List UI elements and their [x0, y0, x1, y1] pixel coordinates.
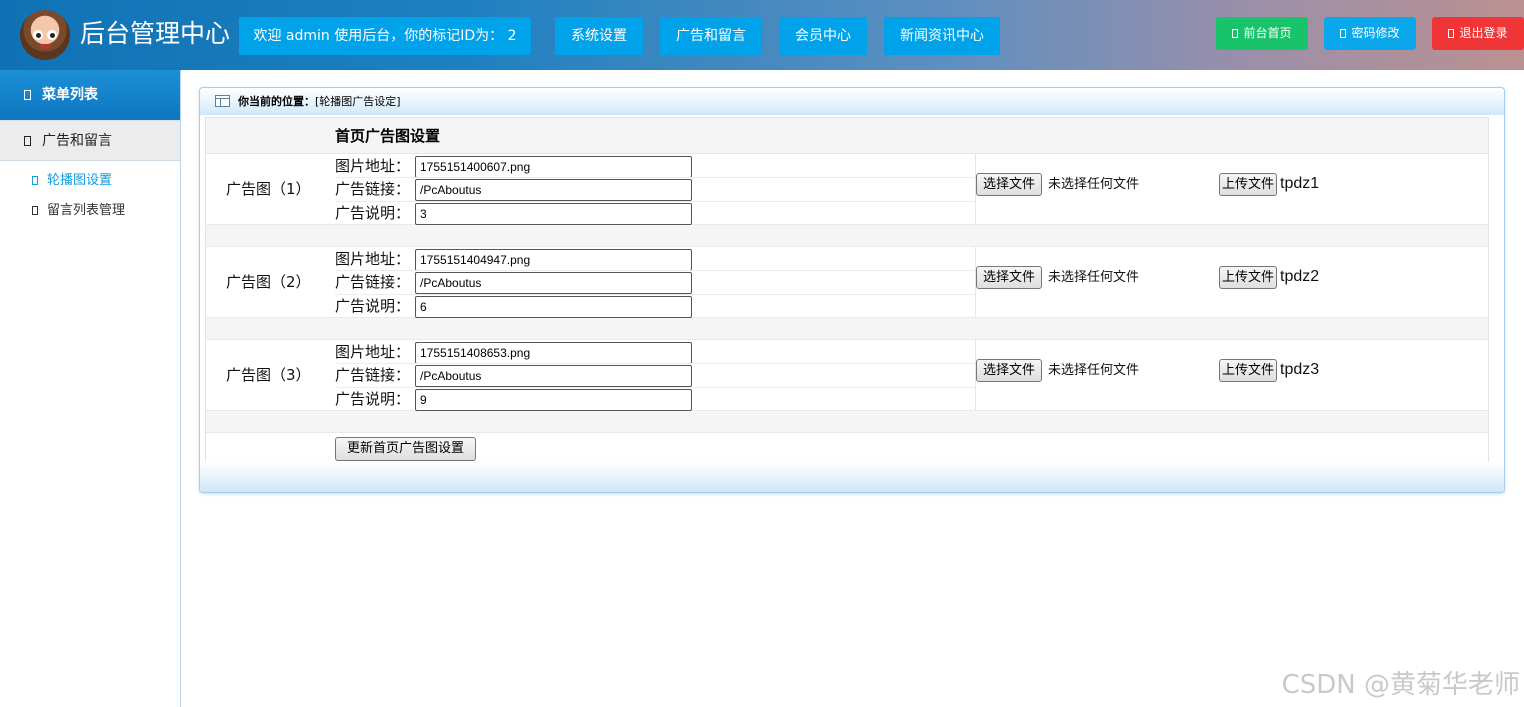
watermark: CSDN @黄菊华老师 [1281, 670, 1520, 700]
ad-row-2: 广告图（2） 图片地址： 广告链接： 广告说明： 选择文件 未选择任何文件 上传… [206, 247, 1488, 318]
link-field-label: 广告链接： [335, 180, 411, 198]
menu-icon [24, 90, 31, 100]
ad-settings-table: 首页广告图设置 广告图（1） 图片地址： 广告链接： 广告说明： 选择文件 未选… [205, 117, 1489, 465]
item-icon [32, 176, 38, 185]
key-icon [1340, 29, 1347, 38]
home-button-label: 前台首页 [1243, 26, 1292, 40]
nav-ads-and-messages[interactable]: 广告和留言 [660, 17, 762, 55]
nav-member-center[interactable]: 会员中心 [779, 17, 867, 55]
choose-file-button-2[interactable]: 选择文件 [976, 266, 1043, 289]
menu-title: 菜单列表 [0, 70, 180, 120]
sidebar-group-ads[interactable]: 广告和留言 [0, 120, 180, 161]
image-field-label: 图片地址： [335, 157, 411, 175]
no-file-text: 未选择任何文件 [1048, 177, 1140, 192]
choose-file-button-3[interactable]: 选择文件 [976, 359, 1043, 382]
top-header: 后台管理中心 欢迎 admin 使用后台，你的标记ID为： 2 系统设置 广告和… [0, 0, 1524, 70]
ad-desc-input-3[interactable] [415, 389, 692, 411]
desc-field-label: 广告说明： [335, 390, 411, 408]
main-panel: 你当前的位置：[轮播图广告设定] 首页广告图设置 广告图（1） 图片地址： 广告… [199, 87, 1505, 493]
ad-desc-input-2[interactable] [415, 296, 692, 318]
image-field-label: 图片地址： [335, 343, 411, 361]
location-icon [215, 95, 230, 107]
image-tag: tpdz2 [1280, 268, 1320, 285]
breadcrumb-value: [轮播图广告设定] [315, 95, 401, 108]
ad-link-input-3[interactable] [415, 365, 692, 387]
logo-avatar [20, 10, 70, 60]
sidebar-item-carousel[interactable]: 轮播图设置 [0, 166, 180, 196]
item-icon [32, 206, 38, 215]
upload-button-1[interactable]: 上传文件 [1219, 173, 1278, 196]
image-tag: tpdz1 [1280, 175, 1320, 192]
folder-icon [24, 136, 31, 146]
password-button-label: 密码修改 [1351, 26, 1400, 40]
sidebar-group-label: 广告和留言 [42, 133, 112, 149]
desc-field-label: 广告说明： [335, 204, 411, 222]
welcome-badge: 欢迎 admin 使用后台，你的标记ID为： 2 [239, 17, 531, 55]
desc-field-label: 广告说明： [335, 297, 411, 315]
sidebar-item-label: 留言列表管理 [47, 203, 126, 218]
image-tag: tpdz3 [1280, 361, 1320, 378]
breadcrumb-label: 你当前的位置： [238, 95, 315, 108]
submit-row: 更新首页广告图设置 [206, 433, 1488, 465]
breadcrumb: 你当前的位置：[轮播图广告设定] [200, 88, 1504, 115]
no-file-text: 未选择任何文件 [1048, 363, 1140, 378]
ad-desc-input-1[interactable] [415, 203, 692, 225]
image-url-input-3[interactable] [415, 342, 692, 364]
menu-title-label: 菜单列表 [42, 87, 98, 103]
sidebar-item-label: 轮播图设置 [47, 173, 113, 188]
form-title: 首页广告图设置 [335, 127, 441, 145]
ad-label: 广告图（3） [226, 366, 311, 384]
no-file-text: 未选择任何文件 [1048, 270, 1140, 285]
ad-row-3: 广告图（3） 图片地址： 广告链接： 广告说明： 选择文件 未选择任何文件 上传… [206, 340, 1488, 411]
image-url-input-2[interactable] [415, 249, 692, 271]
ad-link-input-1[interactable] [415, 179, 692, 201]
home-icon [1232, 29, 1239, 38]
logout-button[interactable]: 退出登录 [1432, 17, 1524, 50]
home-button[interactable]: 前台首页 [1216, 17, 1308, 50]
site-title: 后台管理中心 [80, 19, 231, 48]
update-ads-button[interactable]: 更新首页广告图设置 [335, 437, 477, 461]
nav-system-settings[interactable]: 系统设置 [555, 17, 643, 55]
image-field-label: 图片地址： [335, 250, 411, 268]
image-url-input-1[interactable] [415, 156, 692, 178]
panel-footer [200, 462, 1504, 492]
logout-button-label: 退出登录 [1459, 26, 1508, 40]
ad-link-input-2[interactable] [415, 272, 692, 294]
ad-label: 广告图（1） [226, 180, 311, 198]
nav-news-center[interactable]: 新闻资讯中心 [884, 17, 1000, 55]
upload-button-3[interactable]: 上传文件 [1219, 359, 1278, 382]
upload-button-2[interactable]: 上传文件 [1219, 266, 1278, 289]
sidebar-item-messages[interactable]: 留言列表管理 [0, 196, 180, 226]
ad-label: 广告图（2） [226, 273, 311, 291]
form-title-row: 首页广告图设置 [206, 118, 1488, 154]
ad-row-1: 广告图（1） 图片地址： 广告链接： 广告说明： 选择文件 未选择任何文件 上传… [206, 154, 1488, 225]
link-field-label: 广告链接： [335, 273, 411, 291]
sidebar: 菜单列表 广告和留言 轮播图设置 留言列表管理 [0, 70, 181, 707]
link-field-label: 广告链接： [335, 366, 411, 384]
choose-file-button-1[interactable]: 选择文件 [976, 173, 1043, 196]
logout-icon [1448, 29, 1455, 38]
password-button[interactable]: 密码修改 [1324, 17, 1416, 50]
